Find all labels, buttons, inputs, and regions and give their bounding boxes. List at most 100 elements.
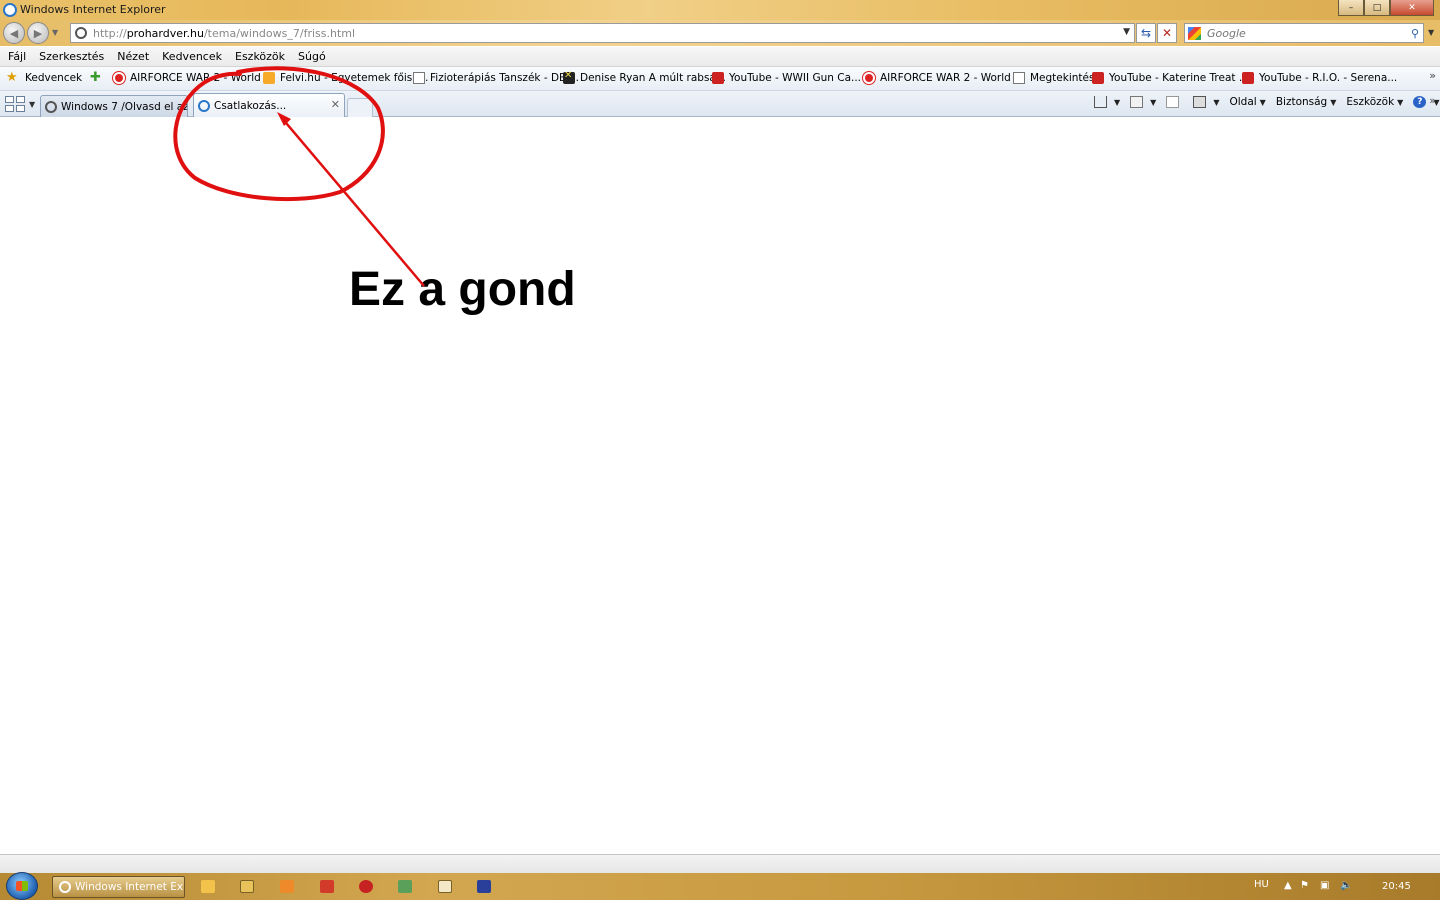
- mail-icon: [1166, 96, 1180, 108]
- address-dropdown-icon[interactable]: ▼: [1123, 27, 1130, 37]
- favorites-center-button[interactable]: ★ Kedvencek: [6, 70, 83, 85]
- tab-list-dropdown-icon[interactable]: ▼: [29, 100, 35, 109]
- feed-icon: [1130, 96, 1144, 108]
- page-content: [0, 117, 1440, 854]
- media-icon[interactable]: [280, 880, 294, 893]
- quick-tabs-icon[interactable]: [5, 96, 25, 112]
- favorite-link[interactable]: Felvi.hu - Egyetemek főisk...: [263, 72, 428, 84]
- floppy-icon[interactable]: [477, 880, 491, 893]
- search-options-dropdown-icon[interactable]: ▼: [1428, 28, 1434, 37]
- tools-menu-button[interactable]: Eszközök ▼: [1346, 96, 1403, 108]
- media-player-icon[interactable]: [438, 880, 452, 893]
- menu-favorites[interactable]: Kedvencek: [162, 50, 222, 63]
- google-icon: [1188, 26, 1201, 40]
- url-path: /tema/windows_7/friss.html: [203, 26, 356, 40]
- home-button[interactable]: ▼: [1094, 96, 1120, 108]
- menu-tools[interactable]: Eszközök: [235, 50, 285, 63]
- favorite-link[interactable]: YouTube - R.I.O. - Serena...: [1242, 72, 1397, 84]
- menu-file[interactable]: Fájl: [8, 50, 26, 63]
- start-button[interactable]: [6, 872, 38, 900]
- taskbar-ie-button[interactable]: Windows Internet Ex...: [52, 876, 185, 898]
- messenger-icon[interactable]: [201, 880, 215, 893]
- language-indicator[interactable]: HU: [1254, 879, 1269, 890]
- window-controls: – □ ✕: [1338, 0, 1434, 16]
- favorite-link[interactable]: YouTube - Katerine Treat ...: [1092, 72, 1249, 84]
- printer-icon: [1193, 96, 1207, 108]
- clock[interactable]: 20:45: [1382, 881, 1411, 892]
- add-to-favorites-button[interactable]: ✚: [90, 70, 107, 85]
- maximize-button[interactable]: □: [1364, 0, 1390, 16]
- airforce-icon: [113, 72, 125, 84]
- print-button[interactable]: ▼: [1193, 96, 1219, 108]
- chevron-down-icon[interactable]: ▼: [1213, 98, 1219, 107]
- loading-icon: [45, 100, 57, 113]
- address-input[interactable]: http://prohardver.hu/tema/windows_7/fris…: [70, 23, 1135, 43]
- tab-label: Windows 7 /Olvasd el az el...: [61, 100, 188, 113]
- flag-icon[interactable]: ⚑: [1300, 880, 1309, 891]
- tab-csatlakozas[interactable]: Csatlakozás... ✕: [193, 93, 345, 117]
- tab-bar: ▼ Windows 7 /Olvasd el az el... Csatlako…: [0, 91, 1440, 117]
- menu-help[interactable]: Súgó: [298, 50, 326, 63]
- ie-logo-icon: [3, 3, 17, 17]
- favorites-label: Kedvencek: [25, 72, 83, 84]
- favorite-link[interactable]: AIRFORCE WAR 2 - World ...: [863, 72, 1024, 84]
- search-input[interactable]: Google ⚲: [1184, 23, 1424, 43]
- app-icon[interactable]: [320, 880, 334, 893]
- close-tab-icon[interactable]: ✕: [331, 98, 340, 111]
- chevron-more-icon[interactable]: »: [1429, 69, 1436, 82]
- favorite-link[interactable]: Megtekintés: [1013, 72, 1094, 84]
- star-icon: ★: [6, 70, 18, 85]
- close-button[interactable]: ✕: [1390, 0, 1434, 16]
- chevron-down-icon: ▼: [1330, 97, 1337, 107]
- page-icon: [1013, 72, 1025, 84]
- chevron-down-icon[interactable]: ▼: [1114, 98, 1120, 107]
- annotation-text: Ez a gond: [349, 263, 576, 316]
- network-icon[interactable]: ▣: [1320, 880, 1329, 891]
- chevron-down-icon: ▼: [1397, 97, 1404, 107]
- back-button[interactable]: ◀: [3, 22, 25, 44]
- menu-edit[interactable]: Szerkesztés: [39, 50, 104, 63]
- app-icon[interactable]: [398, 880, 412, 893]
- url-prefix: http://: [93, 26, 127, 40]
- minimize-button[interactable]: –: [1338, 0, 1364, 16]
- favorite-link[interactable]: Denise Ryan A múlt rabsá...: [563, 70, 726, 84]
- security-menu-button[interactable]: Biztonság ▼: [1276, 96, 1337, 108]
- favorite-link[interactable]: AIRFORCE WAR 2 - World ...: [113, 72, 274, 84]
- page-loading-icon: [75, 27, 87, 39]
- youtube-icon: [1242, 72, 1254, 84]
- opera-icon[interactable]: [359, 880, 373, 893]
- taskbar: Windows Internet Ex... HU ▲ ⚑ ▣ 🔈 20:45: [0, 872, 1440, 900]
- youtube-icon: [1092, 72, 1104, 84]
- favorite-link[interactable]: YouTube - WWII Gun Ca...: [712, 72, 861, 84]
- page-menu-button[interactable]: Oldal ▼: [1229, 96, 1265, 108]
- menu-view[interactable]: Nézet: [117, 50, 149, 63]
- feeds-button[interactable]: ▼: [1130, 96, 1156, 108]
- title-bar: Windows Internet Explorer – □ ✕: [0, 0, 1440, 20]
- favorite-link[interactable]: Fizioterápiás Tanszék - DE ...: [413, 72, 579, 84]
- search-placeholder: Google: [1207, 26, 1246, 40]
- home-icon: [1094, 96, 1107, 108]
- ie-page-icon: [198, 99, 210, 112]
- stop-button[interactable]: ✕: [1157, 23, 1177, 43]
- forward-button[interactable]: ▶: [27, 22, 49, 44]
- chevron-down-icon[interactable]: ▼: [1150, 98, 1156, 107]
- youtube-icon: [712, 72, 724, 84]
- favorites-bar: ★ Kedvencek ✚ AIRFORCE WAR 2 - World ...…: [0, 67, 1440, 91]
- search-icon[interactable]: ⚲: [1411, 27, 1419, 40]
- tab-label: Csatlakozás...: [214, 99, 287, 112]
- chevron-down-icon: ▼: [1259, 97, 1266, 107]
- history-dropdown-icon[interactable]: ▼: [52, 28, 58, 37]
- menu-bar: Fájl Szerkesztés Nézet Kedvencek Eszközö…: [0, 47, 1440, 67]
- refresh-button[interactable]: ⇆: [1136, 23, 1156, 43]
- explorer-folder-icon[interactable]: [240, 880, 254, 893]
- add-favorite-icon: ✚: [90, 70, 101, 85]
- volume-icon[interactable]: 🔈: [1340, 880, 1352, 891]
- system-tray: HU ▲ ⚑ ▣ 🔈 20:45: [1240, 873, 1440, 900]
- chevron-more-icon[interactable]: »: [1429, 94, 1436, 107]
- mail-button[interactable]: [1166, 96, 1183, 108]
- airforce-icon: [863, 72, 875, 84]
- command-bar: ▼ ▼ ▼ Oldal ▼ Biztonság ▼ Eszközök ▼ ? ▼: [1094, 96, 1440, 108]
- show-hidden-icons-icon[interactable]: ▲: [1284, 880, 1292, 891]
- new-tab-button[interactable]: [347, 98, 373, 117]
- tab-windows7[interactable]: Windows 7 /Olvasd el az el...: [40, 95, 188, 117]
